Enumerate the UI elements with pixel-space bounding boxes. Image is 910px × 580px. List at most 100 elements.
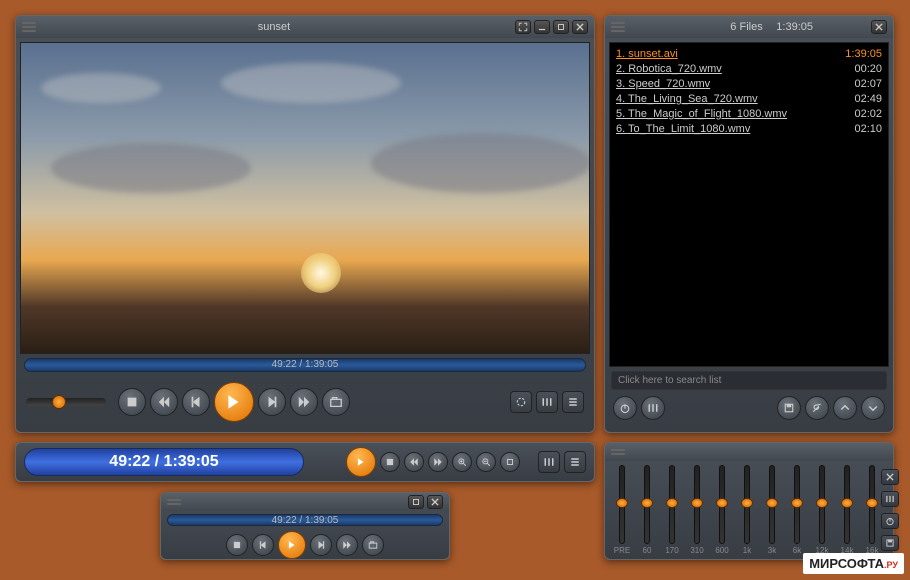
fast-forward-button[interactable] — [290, 388, 318, 416]
playlist-item-name: 5. The_Magic_of_Flight_1080.wmv — [616, 107, 854, 122]
watermark: МИРСОФТА.РУ — [803, 553, 904, 574]
eq-slider[interactable] — [794, 465, 800, 544]
playlist-tools-button[interactable] — [805, 396, 829, 420]
eq-band-label: 310 — [690, 546, 703, 555]
eq-band-label: PRE — [614, 546, 630, 555]
playlist-item[interactable]: 3. Speed_720.wmv02:07 — [616, 77, 882, 92]
eq-band-label: 170 — [665, 546, 678, 555]
timebar-play-button[interactable] — [346, 447, 376, 477]
eq-band: 310 — [688, 465, 706, 555]
playlist-item[interactable]: 4. The_Living_Sea_720.wmv02:49 — [616, 92, 882, 107]
playlist-item[interactable]: 1. sunset.avi1:39:05 — [616, 47, 882, 62]
minimize-button[interactable] — [534, 20, 550, 34]
eq-slider[interactable] — [769, 465, 775, 544]
previous-button[interactable] — [182, 388, 210, 416]
timebar-list-button[interactable] — [564, 451, 586, 473]
eq-slider[interactable] — [844, 465, 850, 544]
miniplayer-play-button[interactable] — [278, 531, 306, 559]
eq-band: 16k — [863, 465, 881, 555]
open-file-button[interactable] — [322, 388, 350, 416]
time-display: 49:22 / 1:39:05 — [24, 448, 304, 476]
equalizer-titlebar[interactable] — [605, 443, 893, 461]
playlist-titlebar[interactable]: 6 Files 1:39:05 — [605, 16, 893, 38]
fullscreen-button[interactable] — [515, 20, 531, 34]
grip-icon — [611, 22, 625, 32]
stop-button[interactable] — [118, 388, 146, 416]
eq-slider[interactable] — [669, 465, 675, 544]
eq-band: 14k — [838, 465, 856, 555]
grip-icon — [22, 22, 36, 32]
playlist-save-button[interactable] — [777, 396, 801, 420]
playlist-close-button[interactable] — [871, 20, 887, 34]
eq-band-label: 600 — [715, 546, 728, 555]
miniplayer-open-button[interactable] — [362, 534, 384, 556]
miniplayer-seek-bar[interactable]: 49:22 / 1:39:05 — [167, 514, 443, 526]
playlist-item[interactable]: 2. Robotica_720.wmv00:20 — [616, 62, 882, 77]
eq-band-label: 6k — [793, 546, 801, 555]
playlist-item-name: 1. sunset.avi — [616, 47, 845, 62]
playlist-item-duration: 02:02 — [854, 107, 882, 122]
eq-slider[interactable] — [644, 465, 650, 544]
play-button[interactable] — [214, 382, 254, 422]
equalizer-toggle-button[interactable] — [536, 391, 558, 413]
playlist-power-button[interactable] — [613, 396, 637, 420]
miniplayer-time-label: 49:22 / 1:39:05 — [168, 515, 442, 526]
timebar-rewind-button[interactable] — [404, 452, 424, 472]
timebar-eq-button[interactable] — [538, 451, 560, 473]
playlist-item-duration: 00:20 — [854, 62, 882, 77]
eq-slider[interactable] — [869, 465, 875, 544]
playlist-toggle-button[interactable] — [562, 391, 584, 413]
timebar-forward-button[interactable] — [428, 452, 448, 472]
close-button[interactable] — [572, 20, 588, 34]
maximize-button[interactable] — [553, 20, 569, 34]
playlist-item-name: 2. Robotica_720.wmv — [616, 62, 854, 77]
volume-slider[interactable] — [26, 398, 106, 406]
timebar-zoomout-button[interactable] — [476, 452, 496, 472]
equalizer-side-buttons — [881, 465, 899, 555]
miniplayer-forward-button[interactable] — [336, 534, 358, 556]
playlist-item[interactable]: 6. To_The_Limit_1080.wmv02:10 — [616, 122, 882, 137]
playlist-movedown-button[interactable] — [861, 396, 885, 420]
miniplayer-controls — [161, 529, 449, 561]
rewind-button[interactable] — [150, 388, 178, 416]
miniplayer-prev-button[interactable] — [252, 534, 274, 556]
next-button[interactable] — [258, 388, 286, 416]
playlist-title: 6 Files — [625, 21, 868, 33]
playlist-moveup-button[interactable] — [833, 396, 857, 420]
equalizer-body: PRE601703106001k3k6k12k14k16k — [605, 461, 893, 555]
miniplayer-close-button[interactable] — [427, 495, 443, 509]
eq-close-button[interactable] — [881, 469, 899, 485]
eq-band: 170 — [663, 465, 681, 555]
eq-band: 600 — [713, 465, 731, 555]
playlist-eq-button[interactable] — [641, 396, 665, 420]
eq-slider[interactable] — [744, 465, 750, 544]
timebar-stop-button[interactable] — [380, 452, 400, 472]
playlist-item[interactable]: 5. The_Magic_of_Flight_1080.wmv02:02 — [616, 107, 882, 122]
video-viewport[interactable] — [20, 42, 590, 354]
eq-lock-button[interactable] — [881, 535, 899, 551]
eq-slider[interactable] — [619, 465, 625, 544]
eq-expand-button[interactable] — [881, 491, 899, 507]
miniplayer-window: 49:22 / 1:39:05 — [160, 492, 450, 560]
eq-band-label: 1k — [743, 546, 751, 555]
playlist-body[interactable]: 1. sunset.avi1:39:052. Robotica_720.wmv0… — [609, 42, 889, 367]
miniplayer-restore-button[interactable] — [408, 495, 424, 509]
loading-indicator-button[interactable] — [510, 391, 532, 413]
player-titlebar[interactable]: sunset — [16, 16, 594, 38]
eq-slider[interactable] — [694, 465, 700, 544]
eq-slider[interactable] — [819, 465, 825, 544]
eq-slider[interactable] — [719, 465, 725, 544]
miniplayer-stop-button[interactable] — [226, 534, 248, 556]
timebar-zoomin-button[interactable] — [452, 452, 472, 472]
playlist-item-duration: 02:10 — [854, 122, 882, 137]
eq-reset-button[interactable] — [881, 513, 899, 529]
miniplayer-next-button[interactable] — [310, 534, 332, 556]
playlist-window: 6 Files 1:39:05 1. sunset.avi1:39:052. R… — [604, 15, 894, 433]
playlist-item-name: 4. The_Living_Sea_720.wmv — [616, 92, 854, 107]
equalizer-window: PRE601703106001k3k6k12k14k16k — [604, 442, 894, 560]
playlist-search-input[interactable]: Click here to search list — [611, 371, 887, 390]
miniplayer-titlebar[interactable] — [161, 493, 449, 511]
timebar-open-button[interactable] — [500, 452, 520, 472]
eq-band: 60 — [638, 465, 656, 555]
seek-bar[interactable]: 49:22 / 1:39:05 — [24, 358, 586, 372]
